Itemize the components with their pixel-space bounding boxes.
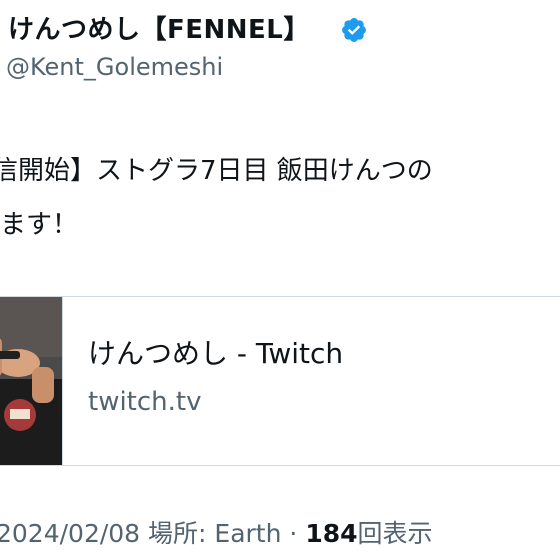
thumbnail-image xyxy=(0,297,62,465)
card-title[interactable]: けんつめし - Twitch xyxy=(88,334,343,374)
view-label: 回表示 xyxy=(357,519,433,548)
tweet-location: 場所: Earth xyxy=(148,519,282,548)
tweet-text-line: ます！ xyxy=(0,210,79,240)
verified-badge-icon xyxy=(342,18,366,42)
meta-separator: · xyxy=(289,519,298,548)
stream-thumbnail xyxy=(0,297,63,465)
card-domain: twitch.tv xyxy=(88,387,202,417)
view-count: 184 xyxy=(305,519,358,548)
user-handle[interactable]: @Kent_Golemeshi xyxy=(6,50,223,84)
tweet-meta: 2024/02/08 場所: Earth · 184回表示 xyxy=(0,516,433,552)
tweet-text-line: 信開始】ストグラ7日目 飯田けんつの xyxy=(0,156,433,186)
tweet-date[interactable]: 2024/02/08 xyxy=(0,519,140,548)
link-preview-card[interactable] xyxy=(0,296,560,466)
display-name[interactable]: けんつめし【FENNEL】 xyxy=(8,12,310,48)
